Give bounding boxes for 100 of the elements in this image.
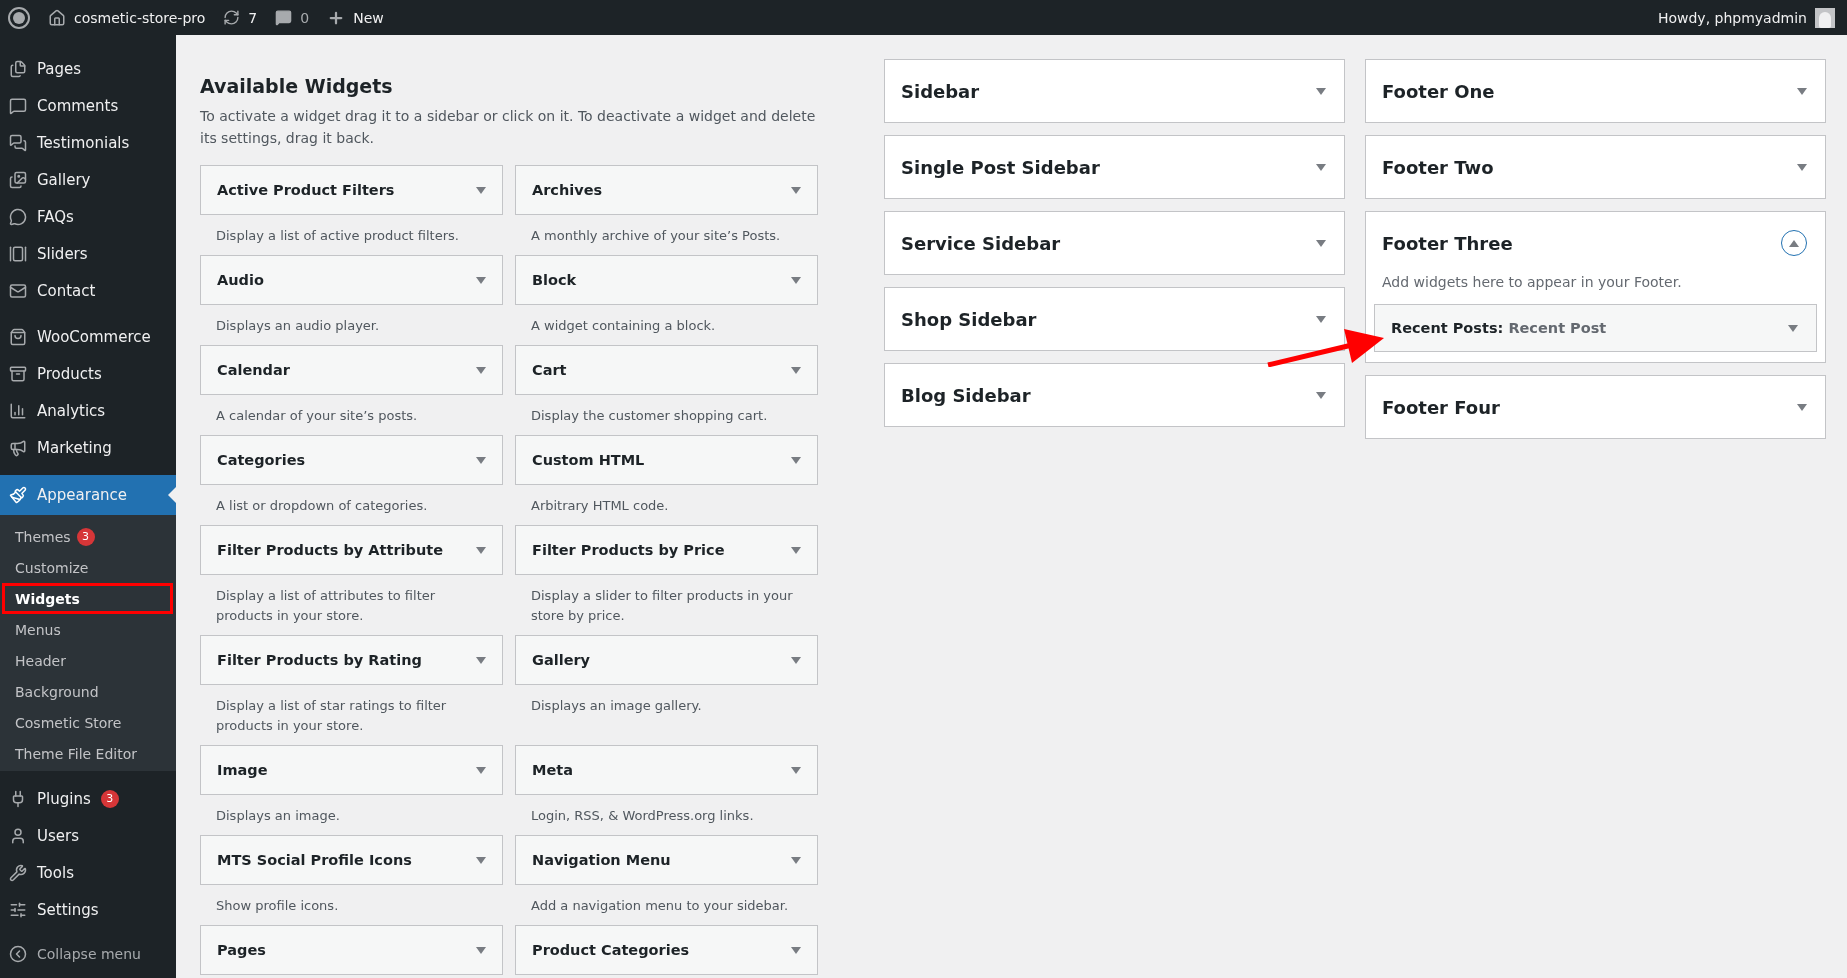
refresh-icon	[223, 9, 241, 26]
menu-item[interactable]: Comments	[0, 87, 176, 124]
widget-description: Arbitrary HTML code.	[530, 497, 670, 515]
area-title[interactable]: Service Sidebar	[901, 232, 1061, 254]
envelope-icon	[9, 281, 27, 300]
submenu-item[interactable]: Customize	[2, 552, 173, 583]
widget-header[interactable]: Gallery	[515, 635, 818, 685]
placed-widget[interactable]: Recent Posts: Recent Post	[1374, 304, 1817, 352]
widget-description: Display a list of attributes to filter products in your store.	[215, 587, 437, 625]
widget-description: Login, RSS, & WordPress.org links.	[530, 807, 755, 825]
new-link[interactable]: New	[327, 8, 384, 27]
area-title[interactable]: Single Post Sidebar	[901, 156, 1100, 178]
submenu-item[interactable]: Header	[2, 645, 173, 676]
area-title[interactable]: Footer Three	[1382, 232, 1513, 254]
menu-item[interactable]: Sliders	[0, 235, 176, 272]
menu-item[interactable]: Tools	[0, 854, 176, 891]
widget-description: A list or dropdown of categories.	[215, 497, 429, 515]
widget-header[interactable]: Custom HTML	[515, 435, 818, 485]
area-title[interactable]: Sidebar	[901, 80, 980, 102]
paintbrush-icon	[9, 486, 27, 504]
area-title[interactable]: Footer One	[1382, 80, 1495, 102]
caret-icon	[791, 946, 801, 954]
area-title[interactable]: Footer Four	[1382, 396, 1500, 418]
widget-description: Displays an image gallery.	[530, 697, 703, 715]
collapse-menu-button[interactable]: Collapse menu	[0, 937, 176, 971]
area-title[interactable]: Footer Two	[1382, 156, 1494, 178]
caret-icon	[791, 856, 801, 864]
sliders-icon	[9, 900, 27, 919]
menu-item[interactable]: Plugins 3	[0, 780, 176, 817]
widget-header[interactable]: Filter Products by Attribute	[200, 525, 503, 575]
caret-icon	[476, 546, 486, 554]
home-icon	[48, 8, 66, 27]
submenu-item[interactable]: Widgets	[2, 583, 173, 614]
caret-icon	[791, 276, 801, 284]
widget-header[interactable]: Archives	[515, 165, 818, 215]
widget-header[interactable]: Active Product Filters	[200, 165, 503, 215]
caret-icon	[476, 366, 486, 374]
submenu-item[interactable]: Menus	[2, 614, 173, 645]
widget-header[interactable]: Categories	[200, 435, 503, 485]
expand-caret-icon	[1316, 391, 1326, 399]
submenu-item[interactable]: Theme File Editor	[2, 738, 173, 769]
menu-item[interactable]: Pages	[0, 50, 176, 87]
submenu-item[interactable]: Background	[2, 676, 173, 707]
submenu-item[interactable]: Themes 3	[2, 521, 173, 552]
count-badge: 3	[76, 527, 95, 546]
widget-header[interactable]: Cart	[515, 345, 818, 395]
menu-item[interactable]: Appearance	[0, 475, 176, 515]
widget-description: Add a navigation menu to your sidebar.	[530, 897, 790, 915]
archive-box-icon	[9, 364, 27, 383]
caret-icon	[476, 656, 486, 664]
speech-bubbles-icon	[9, 133, 27, 152]
expand-caret-icon	[1797, 163, 1807, 171]
widget-header[interactable]: Block	[515, 255, 818, 305]
updates-link[interactable]: 7	[223, 9, 258, 26]
menu-item[interactable]: Products	[0, 355, 176, 392]
site-link[interactable]: cosmetic-store-pro	[48, 8, 206, 27]
comments-link[interactable]: 0	[275, 9, 310, 26]
widget-header[interactable]: MTS Social Profile Icons	[200, 835, 503, 885]
expand-caret-icon	[1797, 403, 1807, 411]
submenu-item[interactable]: Cosmetic Store	[2, 707, 173, 738]
section-heading: Available Widgets	[200, 75, 394, 97]
area-title[interactable]: Blog Sidebar	[901, 384, 1031, 406]
menu-item[interactable]: Users	[0, 817, 176, 854]
area-description: Add widgets here to appear in your Footer.	[1381, 274, 1683, 292]
caret-icon	[476, 946, 486, 954]
widget-header[interactable]: Image	[200, 745, 503, 795]
menu-item[interactable]: Testimonials	[0, 124, 176, 161]
images-icon	[9, 170, 27, 189]
menu-item[interactable]: Gallery	[0, 161, 176, 198]
caret-icon	[476, 856, 486, 864]
widget-header[interactable]: Filter Products by Price	[515, 525, 818, 575]
caret-icon	[791, 656, 801, 664]
widget-header[interactable]: Pages	[200, 925, 503, 975]
widget-header[interactable]: Navigation Menu	[515, 835, 818, 885]
account-link[interactable]: Howdy, phpmyadmin	[1657, 7, 1835, 28]
caret-icon	[791, 766, 801, 774]
menu-item[interactable]: Settings	[0, 891, 176, 928]
widget-header[interactable]: Meta	[515, 745, 818, 795]
widget-description: A calendar of your site’s posts.	[215, 407, 419, 425]
widget-header[interactable]: Filter Products by Rating	[200, 635, 503, 685]
menu-item[interactable]: WooCommerce	[0, 318, 176, 355]
widget-header[interactable]: Product Categories	[515, 925, 818, 975]
menu-item[interactable]: Marketing	[0, 429, 176, 466]
area-title[interactable]: Shop Sidebar	[901, 308, 1037, 330]
widget-header[interactable]: Audio	[200, 255, 503, 305]
menu-item[interactable]: Analytics	[0, 392, 176, 429]
expand-caret-icon	[1316, 239, 1326, 247]
widget-description: Display a slider to filter products in your store by price.	[530, 587, 794, 625]
caret-icon	[791, 186, 801, 194]
menu-item[interactable]: Contact	[0, 272, 176, 309]
speech-bubble-icon	[275, 9, 293, 26]
widget-header[interactable]: Calendar	[200, 345, 503, 395]
expand-caret-icon	[1797, 87, 1807, 95]
widget-description: Displays an image.	[215, 807, 341, 825]
caret-icon	[791, 546, 801, 554]
widget-description: Display a list of star ratings to filter products in your store.	[215, 697, 448, 735]
expand-caret-icon	[1316, 315, 1326, 323]
widget-description: A monthly archive of your site’s Posts.	[530, 227, 782, 245]
wrench-icon	[9, 863, 27, 882]
menu-item[interactable]: FAQs	[0, 198, 176, 235]
